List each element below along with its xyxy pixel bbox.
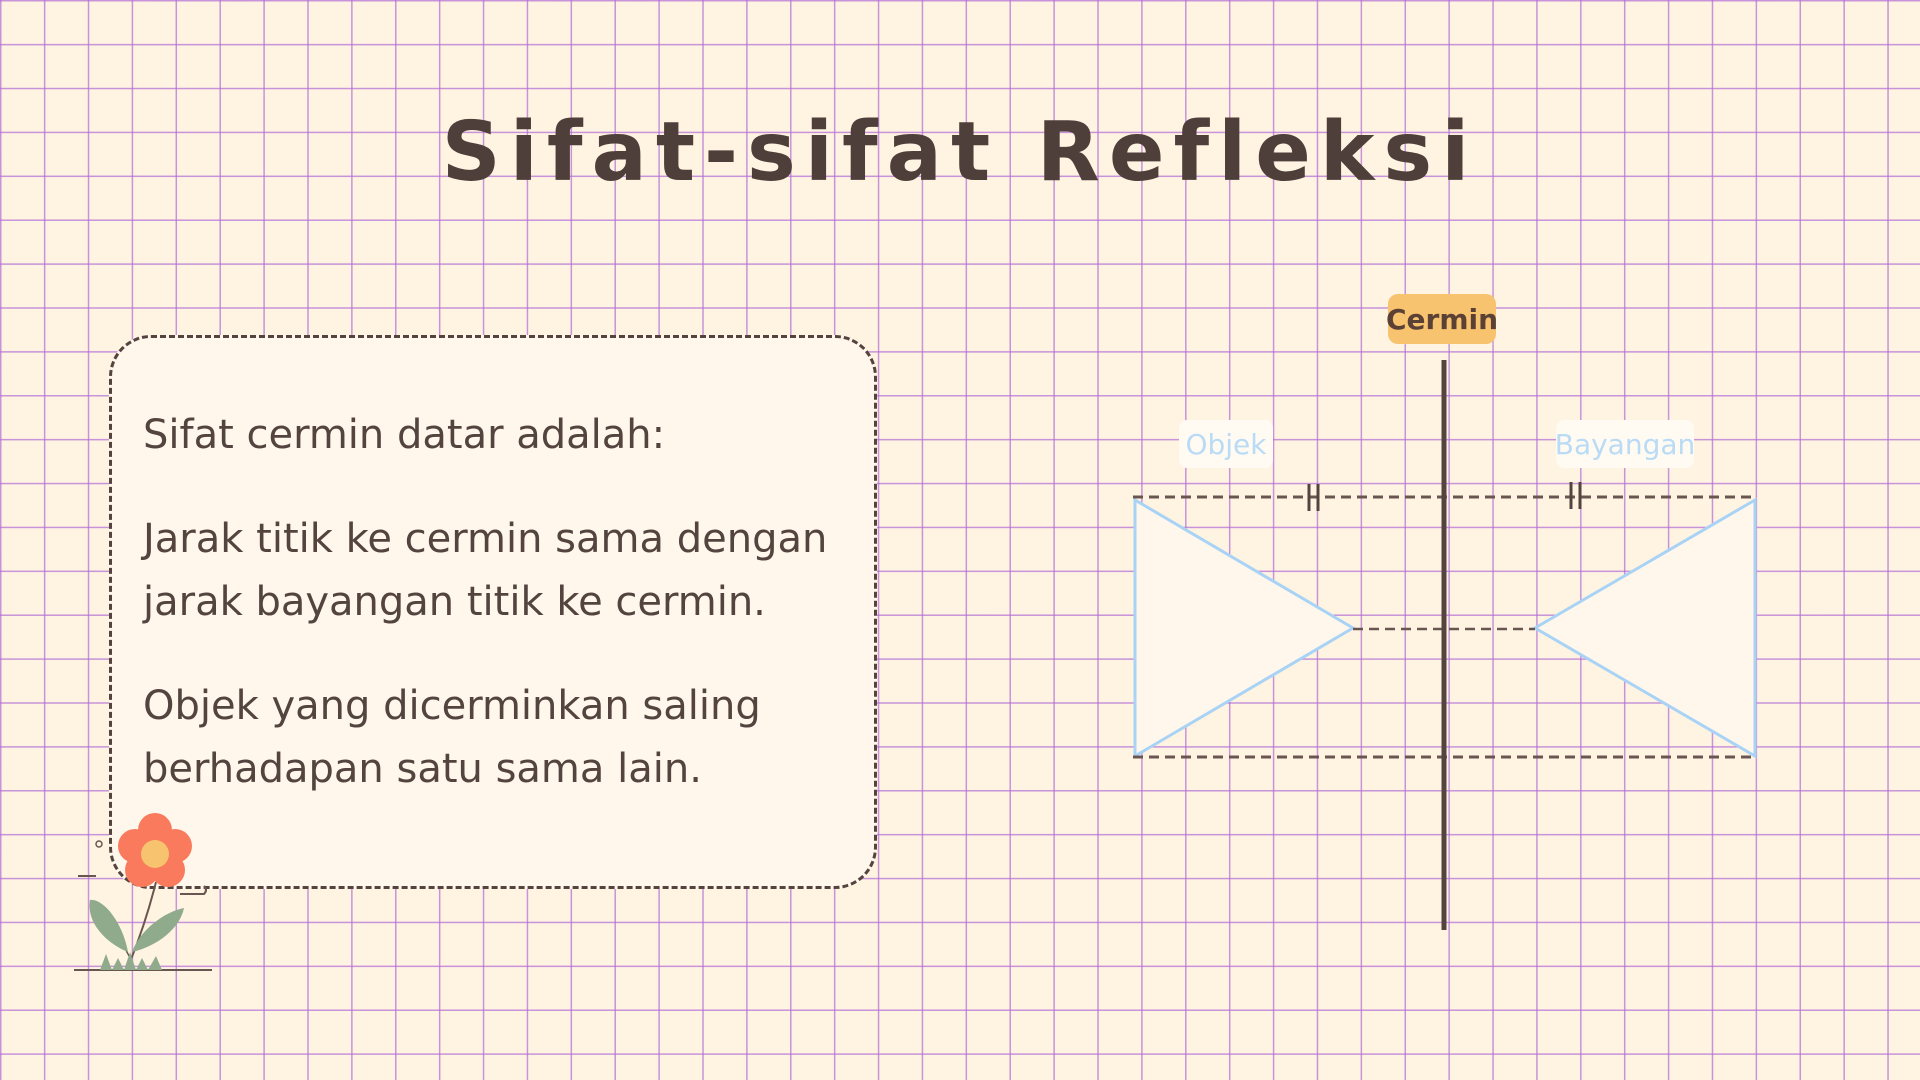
flower-head <box>118 813 192 887</box>
equal-mark-image-side <box>1569 482 1582 509</box>
flower-icon <box>74 813 212 971</box>
flower-center <box>141 840 169 868</box>
flower-leaf-left <box>89 899 128 952</box>
flower-grass <box>100 952 162 970</box>
image-label-badge: Bayangan <box>1555 420 1696 468</box>
reflection-diagram: Cermin Objek Bayangan <box>1133 294 1757 930</box>
object-label-badge: Objek <box>1179 420 1273 468</box>
object-triangle <box>1133 497 1356 759</box>
mirror-label-badge: Cermin <box>1386 294 1498 344</box>
flower-deco-hook <box>180 885 207 895</box>
image-triangle <box>1532 497 1757 759</box>
mirror-label: Cermin <box>1386 303 1498 336</box>
image-label: Bayangan <box>1555 428 1696 461</box>
flower-deco-circle <box>95 840 103 848</box>
flower-leaf-right <box>132 908 184 952</box>
object-label: Objek <box>1185 428 1267 461</box>
